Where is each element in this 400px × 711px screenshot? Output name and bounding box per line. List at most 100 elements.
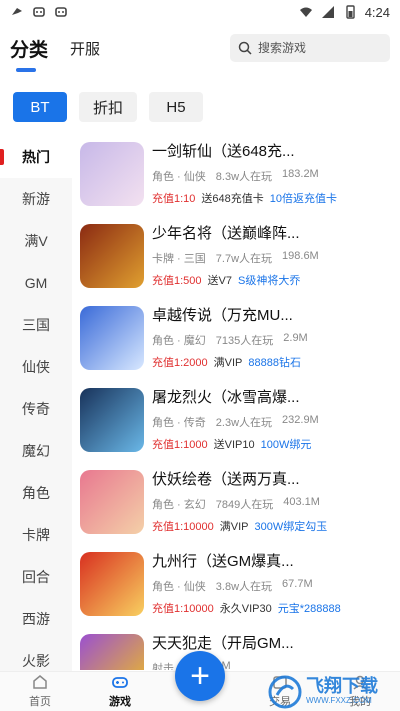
sidebar-item-three-kingdoms[interactable]: 三国	[0, 304, 72, 346]
game-icon	[80, 388, 144, 452]
watermark-text: 飞翔下载	[306, 676, 378, 697]
bonus-text: S级神将大乔	[238, 275, 301, 287]
nav-games[interactable]: 游戏	[80, 672, 160, 711]
game-icon	[80, 552, 144, 616]
tab-category[interactable]: 分类	[10, 35, 49, 72]
nav-home-label: 首页	[29, 696, 51, 708]
category-sidebar: 热门 新游 满V GM 三国 仙侠 传奇 魔幻 角色 卡牌 回合 西游 火影	[0, 136, 72, 671]
sidebar-item-xianxia[interactable]: 仙侠	[0, 346, 72, 388]
bonus-text: 300W绑定勾玉	[254, 521, 328, 533]
active-tab-indicator	[16, 67, 36, 72]
sidebar-item-turn-based[interactable]: 回合	[0, 556, 72, 598]
game-title: 一剑斩仙（送648充...	[152, 143, 295, 160]
sidebar-item-naruto[interactable]: 火影	[0, 640, 72, 671]
bonus-text: 10倍返充值卡	[269, 193, 338, 205]
game-list: 一剑斩仙（送648充... 角色 · 仙侠 8.3w人在玩 183.2M 充值1:1…	[80, 140, 400, 670]
app-notification-icon-2	[55, 7, 67, 17]
sidebar-item-rpg[interactable]: 角色	[0, 472, 72, 514]
game-title: 伏妖绘卷（送两万真...	[152, 471, 300, 488]
game-size: 67.7M	[282, 578, 313, 590]
sidebar-item-card[interactable]: 卡牌	[0, 514, 72, 556]
game-item[interactable]: 少年名将（送巅峰阵... 卡牌 · 三国 7.7w人在玩 198.6M 充值1:50…	[80, 222, 400, 304]
tab-category-label: 分类	[10, 39, 49, 61]
game-item[interactable]: 伏妖绘卷（送两万真... 角色 · 玄幻 7849人在玩 403.1M 充值1:10…	[80, 468, 400, 550]
watermark-url: WWW.FXXZ.COM	[306, 696, 372, 705]
gift-text: 满VIP	[213, 357, 243, 369]
plus-icon: +	[190, 656, 210, 695]
bonus-text: 88888钻石	[248, 357, 301, 369]
add-fab-button[interactable]: +	[175, 651, 225, 701]
game-item[interactable]: 天天犯走（开局GM... 射击279.9M	[80, 632, 400, 670]
segment-discount[interactable]: 折扣	[79, 92, 138, 122]
top-bar: 分类 开服	[0, 28, 400, 72]
nav-games-label: 游戏	[109, 696, 131, 708]
game-item[interactable]: 卓越传说（万充MU... 角色 · 魔幻 7135人在玩 2.9M 充值1:2000…	[80, 304, 400, 386]
search-icon	[238, 41, 252, 55]
game-players: 2.3w人在玩	[215, 417, 273, 429]
sidebar-item-new[interactable]: 新游	[0, 178, 72, 220]
game-players: 7849人在玩	[215, 499, 274, 511]
bonus-text: 100W绑元	[260, 439, 312, 451]
game-title: 卓越传说（万充MU...	[152, 307, 293, 324]
nav-home[interactable]: 首页	[0, 672, 80, 711]
game-genre: 角色 · 仙侠	[152, 171, 206, 183]
game-icon	[80, 470, 144, 534]
search-input[interactable]	[258, 41, 378, 55]
sidebar-item-journey-west[interactable]: 西游	[0, 598, 72, 640]
game-size: 232.9M	[282, 414, 319, 426]
sidebar-item-fantasy[interactable]: 魔幻	[0, 430, 72, 472]
game-players: 8.3w人在玩	[215, 171, 273, 183]
recharge-ratio: 充值1:1000	[152, 439, 208, 451]
battery-icon	[345, 5, 355, 19]
game-genre: 卡牌 · 三国	[152, 253, 206, 265]
game-title: 天天犯走（开局GM...	[152, 635, 294, 652]
game-title: 少年名将（送巅峰阵...	[152, 225, 300, 242]
game-item[interactable]: 屠龙烈火（冰雪高爆... 角色 · 传奇 2.3w人在玩 232.9M 充值1:10…	[80, 386, 400, 468]
game-genre: 射击	[152, 663, 174, 670]
game-item[interactable]: 一剑斩仙（送648充... 角色 · 仙侠 8.3w人在玩 183.2M 充值1:1…	[80, 140, 400, 222]
search-box[interactable]	[230, 34, 390, 62]
game-icon	[80, 306, 144, 370]
notification-bird-icon	[12, 8, 22, 15]
game-title: 九州行（送GM爆真...	[152, 553, 294, 570]
game-genre: 角色 · 魔幻	[152, 335, 206, 347]
game-genre: 角色 · 传奇	[152, 417, 206, 429]
gift-text: 送648充值卡	[201, 193, 264, 205]
signal-icon	[321, 6, 334, 18]
game-size: 183.2M	[282, 168, 319, 180]
gamepad-icon	[112, 677, 128, 688]
bonus-text: 元宝*288888	[277, 603, 341, 615]
wifi-icon	[299, 7, 312, 17]
recharge-ratio: 充值1:2000	[152, 357, 208, 369]
segment-bt[interactable]: BT	[13, 92, 67, 122]
recharge-ratio: 充值1:500	[152, 275, 202, 287]
status-bar: 4:24	[0, 0, 400, 24]
watermark-logo-icon	[268, 675, 302, 708]
game-icon	[80, 634, 144, 670]
tab-server-open[interactable]: 开服	[70, 38, 100, 59]
game-size: 403.1M	[283, 496, 320, 508]
app-notification-icon	[33, 7, 45, 17]
game-players: 7.7w人在玩	[215, 253, 273, 265]
gift-text: 永久VIP30	[219, 603, 272, 615]
sidebar-item-gm[interactable]: GM	[0, 262, 72, 304]
platform-segment: BT 折扣 H5	[13, 92, 204, 122]
gift-text: 送VIP10	[213, 439, 255, 451]
sidebar-item-full-vip[interactable]: 满V	[0, 220, 72, 262]
game-item[interactable]: 九州行（送GM爆真... 角色 · 仙侠 3.8w人在玩 67.7M 充值1:100…	[80, 550, 400, 632]
site-watermark: 飞翔下载 WWW.FXXZ.COM	[268, 672, 400, 711]
sidebar-item-hot[interactable]: 热门	[0, 136, 72, 178]
sidebar-item-legend[interactable]: 传奇	[0, 388, 72, 430]
game-genre: 角色 · 玄幻	[152, 499, 206, 511]
recharge-ratio: 充值1:10000	[152, 521, 214, 533]
game-players: 7135人在玩	[215, 335, 274, 347]
segment-h5[interactable]: H5	[149, 92, 204, 122]
game-size: 2.9M	[283, 332, 308, 344]
game-size: 198.6M	[282, 250, 319, 262]
recharge-ratio: 充值1:10	[152, 193, 196, 205]
game-title: 屠龙烈火（冰雪高爆...	[152, 389, 300, 406]
gift-text: 送V7	[207, 275, 232, 287]
game-players: 3.8w人在玩	[215, 581, 273, 593]
recharge-ratio: 充值1:10000	[152, 603, 214, 615]
game-icon	[80, 224, 144, 288]
